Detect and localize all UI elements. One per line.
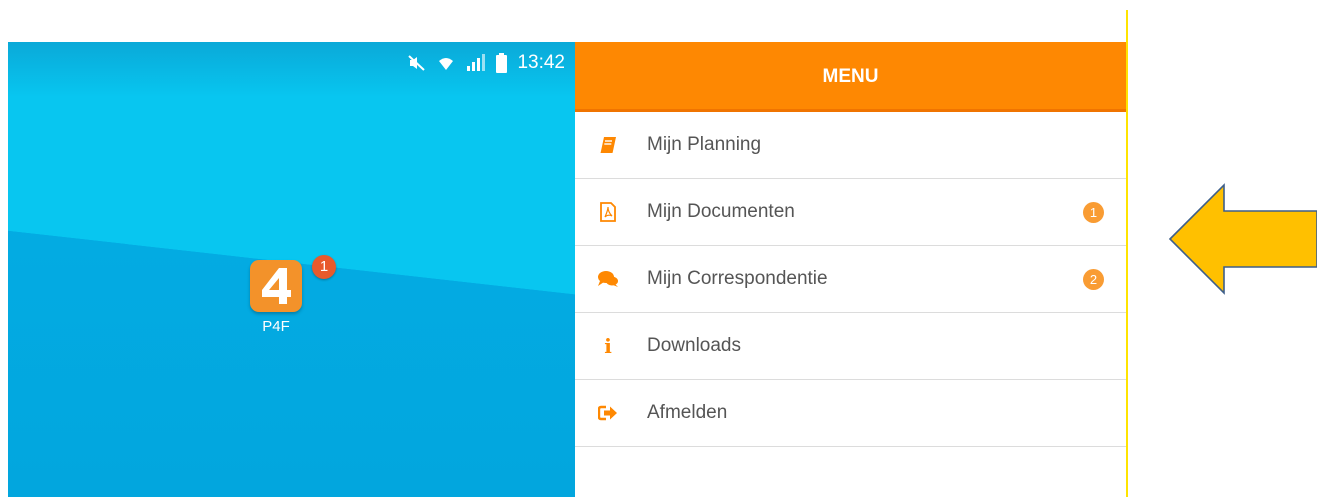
chat-bubbles-icon [597, 268, 619, 290]
count-badge: 1 [1083, 201, 1104, 223]
p4f-app-icon[interactable]: 1 [250, 255, 336, 312]
menu-item-afmelden[interactable]: Afmelden [575, 380, 1126, 447]
menu-panel: MENU Mijn Planning Mijn Documenten 1 Mij… [575, 42, 1126, 497]
app-shortcut-p4f[interactable]: 1 P4F [235, 255, 336, 335]
book-icon [597, 134, 619, 156]
menu-item-mijn-correspondentie[interactable]: Mijn Correspondentie 2 [575, 246, 1126, 313]
pdf-document-icon [597, 201, 619, 223]
signal-icon [466, 54, 486, 72]
mute-icon [408, 54, 426, 72]
status-bar: 13:42 [408, 52, 565, 74]
menu-title: MENU [822, 66, 879, 87]
menu-item-label: Afmelden [647, 402, 728, 423]
battery-icon [496, 53, 508, 73]
left-arrow-icon [1168, 183, 1317, 300]
app-label: P4F [262, 318, 290, 335]
menu-item-label: Mijn Correspondentie [647, 268, 828, 289]
status-time: 13:42 [517, 52, 565, 73]
wifi-icon [436, 55, 456, 71]
menu-item-mijn-documenten[interactable]: Mijn Documenten 1 [575, 179, 1126, 246]
menu-item-label: Mijn Documenten [647, 201, 795, 222]
menu-item-mijn-planning[interactable]: Mijn Planning [575, 112, 1126, 179]
menu-item-label: Mijn Planning [647, 134, 762, 155]
info-icon: i [604, 334, 612, 358]
count-badge: 2 [1083, 268, 1104, 290]
sign-out-icon [597, 402, 619, 424]
app-notification-badge: 1 [312, 255, 336, 279]
yellow-divider-line [1126, 10, 1128, 497]
menu-list: Mijn Planning Mijn Documenten 1 Mijn Cor… [575, 112, 1126, 447]
menu-item-downloads[interactable]: i Downloads [575, 313, 1126, 380]
app-logo-glyph [262, 268, 291, 304]
android-home-screen: 13:42 1 P4F [8, 42, 575, 497]
menu-header: MENU [575, 42, 1126, 112]
menu-item-label: Downloads [647, 335, 741, 356]
